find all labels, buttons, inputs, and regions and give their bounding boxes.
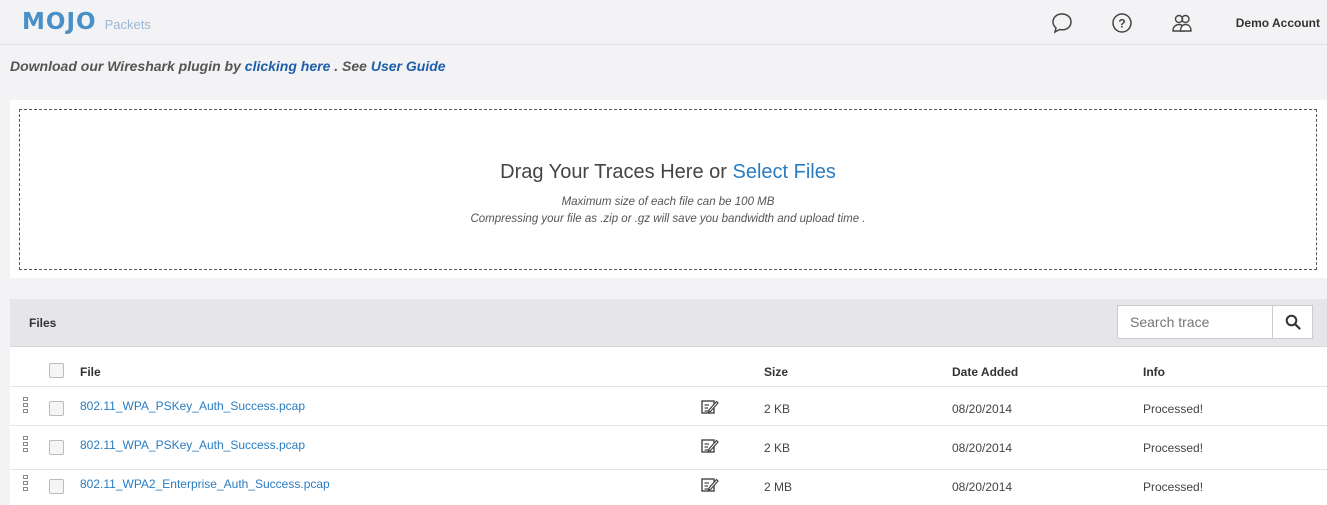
file-status: Processed! (1143, 402, 1204, 416)
column-size: Size (764, 365, 789, 379)
table-row: 802.11_WPA_PSKey_Auth_Success.pcap 2 KB … (10, 387, 1327, 426)
search-button[interactable] (1272, 305, 1313, 339)
date-added: 08/20/2014 (952, 480, 1013, 494)
search-icon (1285, 314, 1301, 330)
row-checkbox[interactable] (49, 479, 64, 494)
logo[interactable]: MOJO Packets (22, 10, 151, 34)
edit-icon[interactable] (701, 399, 719, 415)
file-status: Processed! (1143, 480, 1204, 494)
select-files-link[interactable]: Select Files (732, 161, 835, 183)
file-name-link[interactable]: 802.11_WPA_PSKey_Auth_Success.pcap (80, 438, 305, 452)
plugin-prefix: Download our Wireshark plugin by (10, 58, 241, 74)
file-size: 2 MB (764, 480, 793, 494)
column-info: Info (1143, 365, 1165, 379)
table-row: 802.11_WPA2_Enterprise_Auth_Success.pcap… (10, 470, 1327, 505)
drop-zone[interactable]: Drag Your Traces Here or Select Files Ma… (19, 109, 1317, 270)
users-icon[interactable] (1171, 12, 1193, 34)
file-size: 2 KB (764, 441, 791, 455)
files-panel: Files File Size Date Added Info 802.11_W… (10, 299, 1327, 505)
logo-subtitle: Packets (104, 17, 151, 32)
search-input[interactable] (1117, 305, 1273, 339)
row-checkbox[interactable] (49, 440, 64, 455)
select-all-checkbox[interactable] (49, 363, 64, 378)
user-guide-link[interactable]: User Guide (371, 58, 446, 74)
drag-handle-icon[interactable] (23, 397, 29, 413)
compression-note: Compressing your file as .zip or .gz wil… (470, 213, 866, 225)
drag-handle-icon[interactable] (23, 436, 29, 452)
drop-title-text: Drag Your Traces Here or (500, 161, 727, 183)
table-header: File Size Date Added Info (10, 348, 1327, 387)
max-size-note: Maximum size of each file can be 100 MB (561, 196, 775, 208)
files-title: Files (29, 316, 57, 330)
table-row: 802.11_WPA_PSKey_Auth_Success.pcap 2 KB … (10, 431, 1327, 470)
file-name-link[interactable]: 802.11_WPA_PSKey_Auth_Success.pcap (80, 399, 305, 413)
chat-icon[interactable] (1051, 12, 1073, 34)
clicking-here-link[interactable]: clicking here (245, 58, 331, 74)
date-added: 08/20/2014 (952, 402, 1013, 416)
row-checkbox[interactable] (49, 401, 64, 416)
edit-icon[interactable] (701, 477, 719, 493)
account-menu[interactable]: Demo Account (1236, 16, 1320, 30)
column-file: File (80, 365, 101, 379)
logo-mark: MOJO (22, 9, 97, 35)
help-icon[interactable]: ? (1111, 12, 1133, 34)
plugin-middle: . See (334, 58, 367, 74)
top-bar: MOJO Packets ? Demo Account (0, 0, 1327, 45)
upload-panel: Drag Your Traces Here or Select Files Ma… (10, 100, 1327, 278)
svg-text:?: ? (1118, 17, 1125, 31)
plugin-notice: Download our Wireshark plugin by clickin… (10, 58, 446, 74)
files-header: Files (10, 299, 1327, 347)
drag-handle-icon[interactable] (23, 475, 29, 491)
date-added: 08/20/2014 (952, 441, 1013, 455)
column-date-added: Date Added (952, 365, 1019, 379)
file-size: 2 KB (764, 402, 791, 416)
drop-title: Drag Your Traces Here or Select Files (20, 161, 1316, 184)
edit-icon[interactable] (701, 438, 719, 454)
file-status: Processed! (1143, 441, 1204, 455)
file-name-link[interactable]: 802.11_WPA2_Enterprise_Auth_Success.pcap (80, 477, 330, 491)
